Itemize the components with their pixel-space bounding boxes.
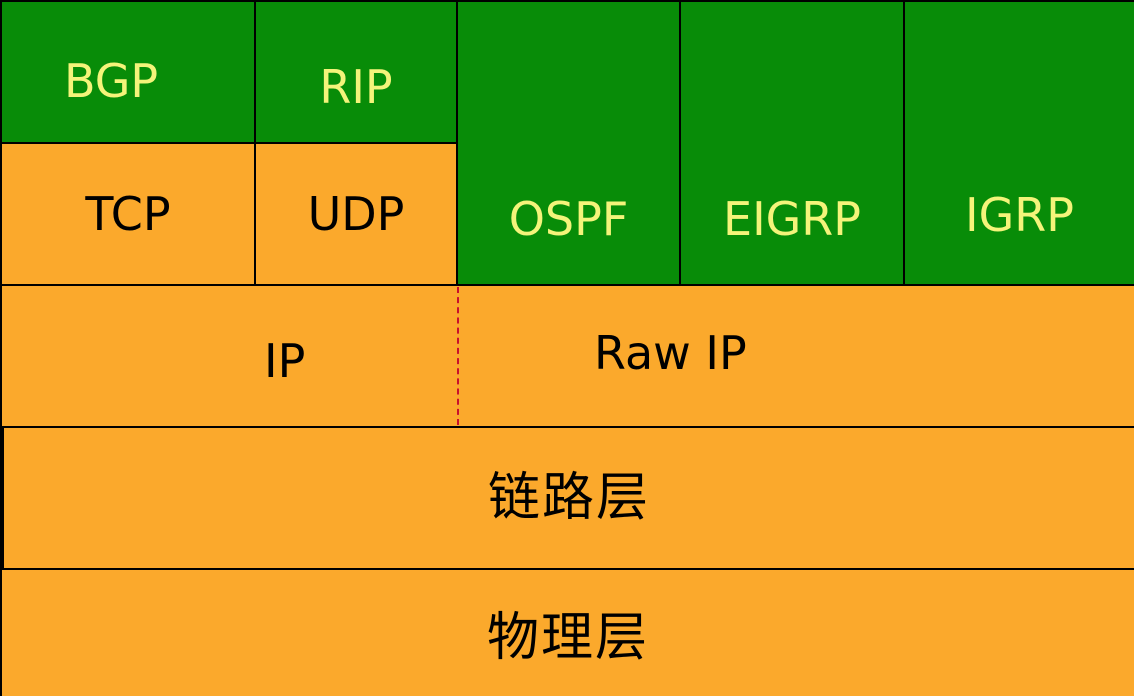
udp-cell: UDP <box>256 144 456 284</box>
ospf-cell: OSPF <box>458 2 679 284</box>
bgp-label: BGP <box>64 54 159 108</box>
bgp-cell: BGP <box>2 2 254 142</box>
eigrp-label: EIGRP <box>723 192 861 246</box>
raw-ip-label: Raw IP <box>594 326 747 380</box>
rip-label: RIP <box>319 60 393 114</box>
ip-label: IP <box>264 334 306 388</box>
eigrp-cell: EIGRP <box>681 2 903 284</box>
ospf-label: OSPF <box>508 192 629 246</box>
igrp-label: IGRP <box>965 188 1074 242</box>
tcp-label: TCP <box>85 187 171 241</box>
ip-raw-ip-divider <box>457 287 459 425</box>
physical-layer-cell: 物理层 <box>2 570 1134 696</box>
link-layer-label: 链路层 <box>487 468 650 528</box>
protocol-stack-diagram: BGP RIP OSPF EIGRP IGRP TCP UDP IP Raw I… <box>0 0 1134 696</box>
ip-cell: IP <box>2 286 456 426</box>
physical-layer-label: 物理层 <box>486 608 649 668</box>
tcp-cell: TCP <box>2 144 254 284</box>
link-layer-cell: 链路层 <box>4 428 1134 568</box>
igrp-cell: IGRP <box>905 2 1134 284</box>
rip-cell: RIP <box>256 2 456 142</box>
raw-ip-cell: Raw IP <box>458 286 1134 426</box>
udp-label: UDP <box>307 187 405 241</box>
